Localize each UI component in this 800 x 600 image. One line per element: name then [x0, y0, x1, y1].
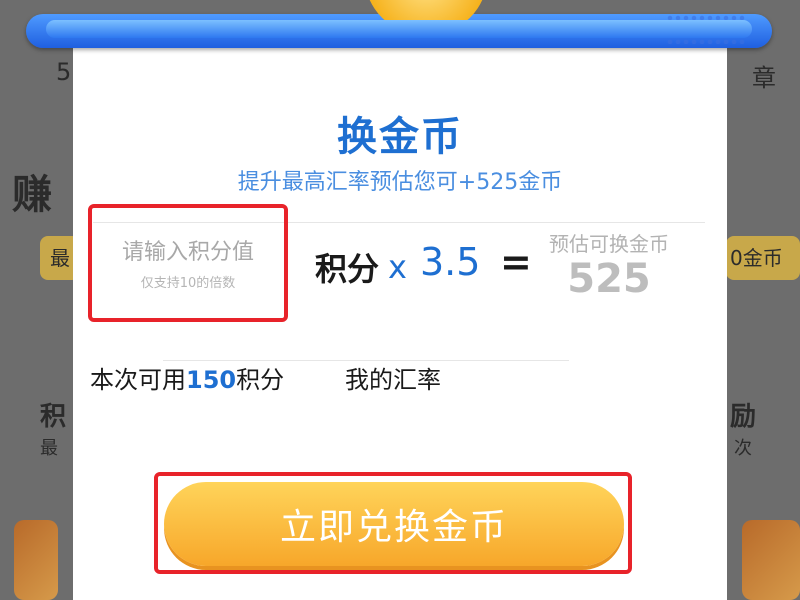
bg-fragment: 赚 — [12, 172, 52, 218]
available-points: 本次可用150积分 — [90, 360, 284, 395]
my-rate-link[interactable]: 我的汇率 — [345, 360, 441, 395]
bg-card — [742, 520, 800, 600]
formula-points-label: 积分 — [315, 250, 380, 288]
bg-card — [14, 520, 58, 600]
estimated-coins-value: 525 — [567, 256, 651, 302]
exchange-coins-button[interactable]: 立即兑换金币 — [164, 482, 624, 566]
points-input-hint: 仅支持10的倍数 — [140, 276, 236, 291]
bg-fragment: 积 — [40, 402, 67, 432]
formula-equals-sign: = — [500, 240, 532, 284]
available-points-count: 150 — [186, 366, 237, 394]
dialog-subtitle: 提升最高汇率预估您可+525金币 — [237, 170, 563, 195]
available-points-suffix: 积分 — [236, 366, 285, 394]
header-bar-highlight — [46, 20, 752, 38]
bg-fragment: 次 — [734, 438, 752, 459]
bg-fragment: 5 — [56, 58, 72, 86]
bg-fragment: 最 — [40, 438, 58, 459]
formula-multiply-sign: x — [388, 248, 407, 286]
bg-fragment: 励 — [730, 402, 757, 432]
exchange-rate-value: 3.5 — [420, 240, 481, 284]
bg-pill-right: 0金币 — [726, 236, 800, 280]
bg-fragment: 章 — [752, 64, 776, 92]
estimated-coins-label: 预估可换金币 — [549, 232, 669, 256]
available-points-prefix: 本次可用 — [90, 366, 186, 394]
dialog-title: 换金币 — [337, 114, 463, 160]
points-input-placeholder: 请输入积分值 — [121, 240, 254, 265]
points-input[interactable]: 请输入积分值 仅支持10的倍数 — [88, 204, 288, 322]
